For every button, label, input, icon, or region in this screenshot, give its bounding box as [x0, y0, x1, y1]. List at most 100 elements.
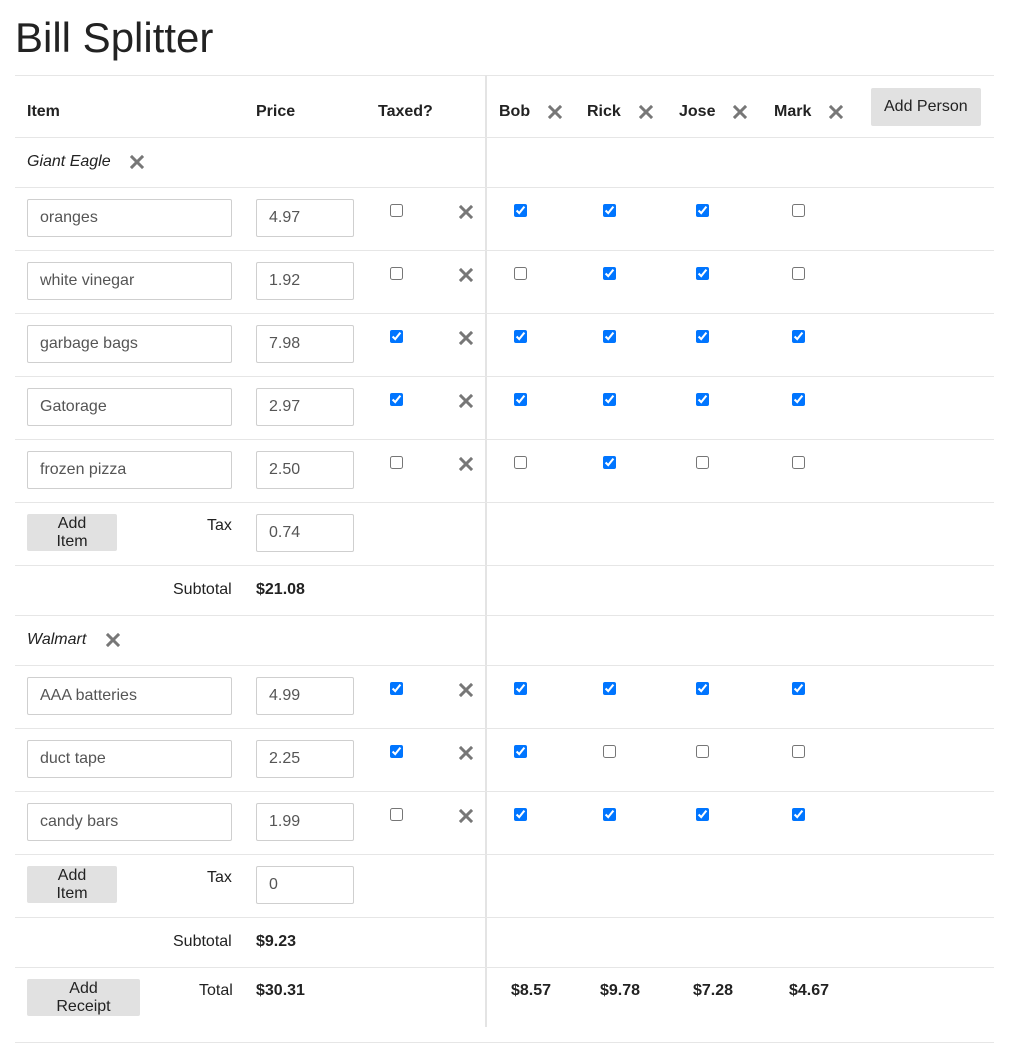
remove-receipt-button[interactable] — [106, 633, 120, 647]
remove-receipt-button[interactable] — [130, 155, 144, 169]
remove-item-button[interactable] — [459, 205, 473, 219]
share-checkbox-mark[interactable] — [792, 456, 805, 469]
item-name-input[interactable] — [27, 803, 232, 841]
close-icon — [130, 155, 144, 169]
share-checkbox-rick[interactable] — [603, 745, 616, 758]
column-divider — [485, 75, 487, 1027]
close-icon — [639, 105, 653, 119]
remove-item-button[interactable] — [459, 394, 473, 408]
share-checkbox-jose[interactable] — [696, 682, 709, 695]
share-checkbox-bob[interactable] — [514, 682, 527, 695]
item-taxed-checkbox[interactable] — [390, 456, 403, 469]
share-checkbox-rick[interactable] — [603, 204, 616, 217]
item-name-input[interactable] — [27, 262, 232, 300]
remove-item-button[interactable] — [459, 809, 473, 823]
tax-input[interactable] — [256, 514, 354, 552]
share-checkbox-mark[interactable] — [792, 267, 805, 280]
add-person-button[interactable]: Add Person — [871, 88, 981, 126]
item-price-input[interactable] — [256, 199, 354, 237]
remove-item-button[interactable] — [459, 457, 473, 471]
item-name-input[interactable] — [27, 677, 232, 715]
subtotal-value: $9.23 — [256, 933, 297, 950]
close-icon — [829, 105, 843, 119]
add-item-button[interactable]: Add Item — [27, 514, 117, 551]
person-header-jose: Jose — [679, 103, 716, 120]
share-checkbox-jose[interactable] — [696, 204, 709, 217]
remove-item-button[interactable] — [459, 683, 473, 697]
share-checkbox-jose[interactable] — [696, 808, 709, 821]
share-checkbox-rick[interactable] — [603, 456, 616, 469]
column-header-taxed: Taxed? — [378, 103, 433, 120]
item-name-input[interactable] — [27, 199, 232, 237]
item-price-input[interactable] — [256, 325, 354, 363]
tax-input[interactable] — [256, 866, 354, 904]
item-taxed-checkbox[interactable] — [390, 682, 403, 695]
person-header-mark: Mark — [774, 103, 812, 120]
remove-person-button[interactable] — [829, 105, 843, 119]
item-price-input[interactable] — [256, 262, 354, 300]
share-checkbox-rick[interactable] — [603, 330, 616, 343]
close-icon — [459, 268, 473, 282]
share-checkbox-jose[interactable] — [696, 745, 709, 758]
item-name-input[interactable] — [27, 388, 232, 426]
close-icon — [459, 683, 473, 697]
share-checkbox-bob[interactable] — [514, 267, 527, 280]
share-checkbox-rick[interactable] — [603, 808, 616, 821]
column-header-item: Item — [27, 103, 60, 120]
share-checkbox-bob[interactable] — [514, 456, 527, 469]
remove-person-button[interactable] — [548, 105, 562, 119]
item-taxed-checkbox[interactable] — [390, 204, 403, 217]
remove-person-button[interactable] — [639, 105, 653, 119]
share-checkbox-mark[interactable] — [792, 682, 805, 695]
item-price-input[interactable] — [256, 388, 354, 426]
total-label: Total — [199, 982, 233, 999]
row-divider — [15, 187, 994, 188]
share-checkbox-mark[interactable] — [792, 745, 805, 758]
share-checkbox-jose[interactable] — [696, 393, 709, 406]
close-icon — [459, 809, 473, 823]
share-checkbox-bob[interactable] — [514, 330, 527, 343]
share-checkbox-jose[interactable] — [696, 267, 709, 280]
item-taxed-checkbox[interactable] — [390, 267, 403, 280]
share-checkbox-bob[interactable] — [514, 808, 527, 821]
share-checkbox-jose[interactable] — [696, 330, 709, 343]
row-divider — [15, 665, 994, 666]
share-checkbox-jose[interactable] — [696, 456, 709, 469]
share-checkbox-rick[interactable] — [603, 267, 616, 280]
share-checkbox-bob[interactable] — [514, 204, 527, 217]
item-name-input[interactable] — [27, 325, 232, 363]
remove-item-button[interactable] — [459, 746, 473, 760]
share-checkbox-mark[interactable] — [792, 393, 805, 406]
row-divider — [15, 917, 994, 918]
share-checkbox-mark[interactable] — [792, 204, 805, 217]
share-checkbox-mark[interactable] — [792, 330, 805, 343]
item-name-input[interactable] — [27, 451, 232, 489]
item-price-input[interactable] — [256, 451, 354, 489]
item-taxed-checkbox[interactable] — [390, 808, 403, 821]
close-icon — [459, 331, 473, 345]
remove-item-button[interactable] — [459, 268, 473, 282]
item-taxed-checkbox[interactable] — [390, 330, 403, 343]
share-checkbox-mark[interactable] — [792, 808, 805, 821]
item-taxed-checkbox[interactable] — [390, 745, 403, 758]
share-checkbox-rick[interactable] — [603, 682, 616, 695]
share-checkbox-bob[interactable] — [514, 745, 527, 758]
item-price-input[interactable] — [256, 740, 354, 778]
share-checkbox-rick[interactable] — [603, 393, 616, 406]
close-icon — [106, 633, 120, 647]
row-divider — [15, 967, 994, 968]
remove-item-button[interactable] — [459, 331, 473, 345]
item-price-input[interactable] — [256, 803, 354, 841]
row-divider — [15, 791, 994, 792]
add-receipt-button[interactable]: Add Receipt — [27, 979, 140, 1016]
row-divider — [15, 376, 994, 377]
add-item-button[interactable]: Add Item — [27, 866, 117, 903]
item-price-input[interactable] — [256, 677, 354, 715]
share-checkbox-bob[interactable] — [514, 393, 527, 406]
column-header-price: Price — [256, 103, 296, 120]
item-taxed-checkbox[interactable] — [390, 393, 403, 406]
row-divider — [15, 313, 994, 314]
close-icon — [459, 205, 473, 219]
item-name-input[interactable] — [27, 740, 232, 778]
remove-person-button[interactable] — [733, 105, 747, 119]
